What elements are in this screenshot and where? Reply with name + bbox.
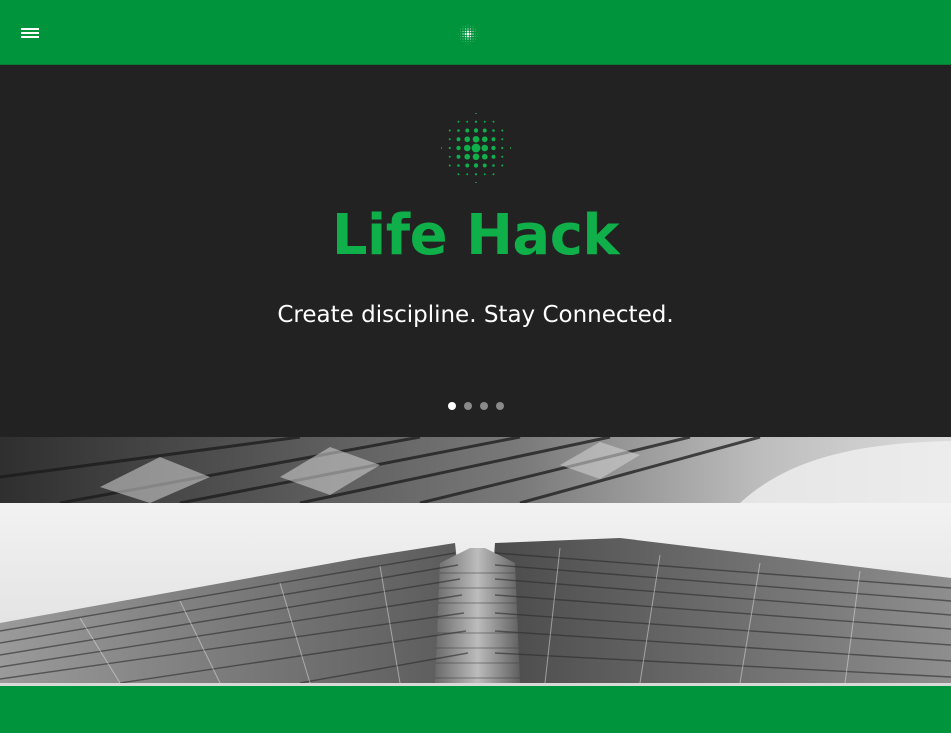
hero-title: Life Hack bbox=[331, 203, 620, 268]
carousel-dot-4[interactable] bbox=[495, 402, 504, 410]
nav-logo-icon[interactable] bbox=[458, 24, 478, 44]
footer-bar bbox=[0, 686, 951, 733]
hero-subtitle: Create discipline. Stay Connected. bbox=[277, 302, 674, 328]
building-facade-photo bbox=[0, 437, 951, 503]
hero-carousel: Life Hack Create discipline. Stay Connec… bbox=[0, 65, 951, 437]
facade-image bbox=[0, 437, 951, 503]
carousel-dot-1[interactable] bbox=[447, 402, 456, 410]
carousel-indicators bbox=[0, 402, 951, 410]
skyscraper-photo bbox=[0, 503, 951, 683]
page: Life Hack Create discipline. Stay Connec… bbox=[0, 0, 951, 733]
carousel-dot-3[interactable] bbox=[479, 402, 488, 410]
carousel-dot-2[interactable] bbox=[463, 402, 472, 410]
hero-logo-icon bbox=[441, 113, 511, 183]
top-navbar bbox=[0, 0, 951, 65]
hamburger-menu-icon bbox=[21, 28, 39, 38]
skyscraper-image bbox=[0, 503, 951, 683]
hamburger-menu-button[interactable] bbox=[14, 17, 46, 49]
